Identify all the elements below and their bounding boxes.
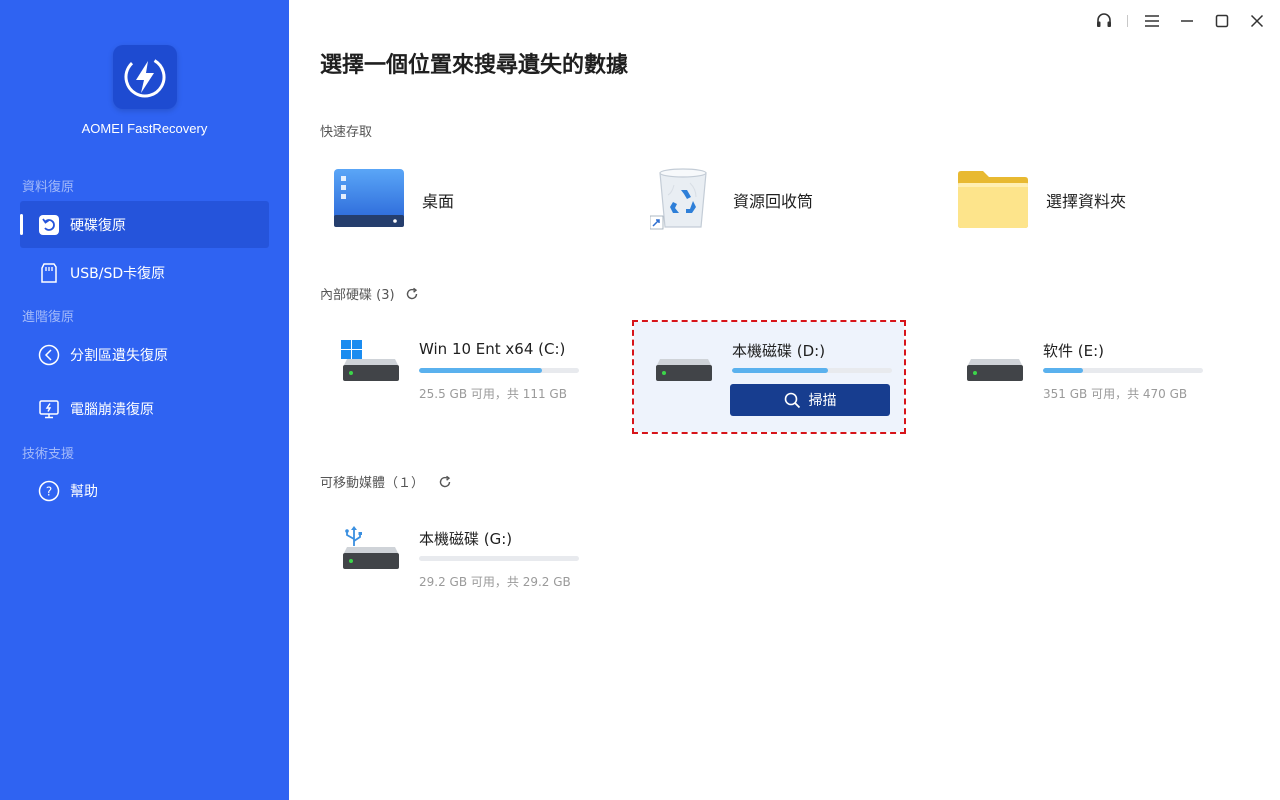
sidebar: AOMEI FastRecovery 資料復原 硬碟復原 USB/SD卡復原 進… xyxy=(0,0,289,800)
main-panel: 選擇一個位置來搜尋遺失的數據 快速存取 桌面 資源回收筒 選擇資料夾 內部硬碟 … xyxy=(289,0,1280,800)
quick-access-label: 快速存取 xyxy=(320,125,373,140)
sidebar-item-help[interactable]: ? 幫助 xyxy=(20,467,269,514)
drive-usage-fill xyxy=(732,368,828,373)
sidebar-item-label: 幫助 xyxy=(70,483,98,500)
section-label-data-recovery: 資料復原 xyxy=(22,180,75,195)
quick-item-recycle-bin[interactable]: 資源回收筒 xyxy=(649,165,814,235)
drive-name: Win 10 Ent x64 (C:) xyxy=(419,340,566,358)
usb-drive-icon xyxy=(341,526,401,576)
drive-name: 本機磁碟 (G:) xyxy=(419,530,513,548)
quick-item-choose-folder[interactable]: 選擇資料夾 xyxy=(957,165,1126,235)
removable-media-label-text: 可移動媒體（１） xyxy=(320,476,425,491)
monitor-crash-icon xyxy=(38,398,60,420)
removable-media-label: 可移動媒體（１） xyxy=(320,472,452,491)
menu-icon[interactable] xyxy=(1139,8,1165,34)
restore-icon xyxy=(38,214,60,236)
app-logo xyxy=(113,45,177,109)
drive-usage-fill xyxy=(1043,368,1083,373)
search-icon xyxy=(784,392,800,408)
internal-drives-label-text: 內部硬碟 (3) xyxy=(320,288,395,303)
drive-usage-bar xyxy=(419,556,579,561)
quick-item-label: 桌面 xyxy=(422,192,455,211)
drive-usage-bar xyxy=(1043,368,1203,373)
sidebar-item-label: 分割區遺失復原 xyxy=(70,347,168,364)
folder-icon xyxy=(957,166,1029,234)
drive-icon xyxy=(965,338,1025,388)
drive-usage-fill xyxy=(419,368,543,373)
quick-item-label: 選擇資料夾 xyxy=(1046,192,1127,211)
quick-item-desktop[interactable]: 桌面 xyxy=(333,165,454,235)
svg-text:?: ? xyxy=(46,484,52,498)
drive-name: 本機磁碟 (D:) xyxy=(732,342,826,360)
lightning-logo-icon xyxy=(124,56,166,98)
sidebar-item-crash-recovery[interactable]: 電腦崩潰復原 xyxy=(20,385,269,432)
drive-e[interactable]: 软件 (E:) 351 GB 可用，共 470 GB xyxy=(945,322,1215,432)
sidebar-item-usb-sd-recovery[interactable]: USB/SD卡復原 xyxy=(20,249,269,296)
scan-button[interactable]: 掃描 xyxy=(730,384,890,416)
section-label-advanced-recovery: 進階復原 xyxy=(22,310,75,325)
drive-size: 29.2 GB 可用，共 29.2 GB xyxy=(419,575,571,589)
partition-icon xyxy=(38,344,60,366)
drive-c[interactable]: Win 10 Ent x64 (C:) 25.5 GB 可用，共 111 GB xyxy=(321,322,591,432)
drive-d[interactable]: 本機磁碟 (D:) 掃描 xyxy=(632,320,906,434)
sidebar-item-partition-recovery[interactable]: 分割區遺失復原 xyxy=(20,331,269,378)
sidebar-item-label: 電腦崩潰復原 xyxy=(70,401,154,418)
minimize-icon[interactable] xyxy=(1174,8,1200,34)
toolbar-separator xyxy=(1127,15,1128,27)
drive-usage-bar xyxy=(419,368,579,373)
desktop-icon xyxy=(333,166,405,234)
help-icon: ? xyxy=(38,480,60,502)
sidebar-item-label: USB/SD卡復原 xyxy=(70,265,166,282)
page-title: 選擇一個位置來搜尋遺失的數據 xyxy=(320,53,629,78)
refresh-icon[interactable] xyxy=(405,287,419,301)
headset-support-icon[interactable] xyxy=(1091,8,1117,34)
app-name: AOMEI FastRecovery xyxy=(81,121,208,136)
drive-name: 软件 (E:) xyxy=(1043,342,1105,360)
refresh-icon[interactable] xyxy=(438,475,452,489)
sd-card-icon xyxy=(38,262,60,284)
sidebar-item-hdd-recovery[interactable]: 硬碟復原 xyxy=(20,201,269,248)
drive-icon xyxy=(654,338,714,388)
drive-size: 351 GB 可用，共 470 GB xyxy=(1043,387,1188,401)
drive-usage-bar xyxy=(732,368,892,373)
quick-item-label: 資源回收筒 xyxy=(733,192,814,211)
maximize-icon[interactable] xyxy=(1209,8,1235,34)
sidebar-item-label: 硬碟復原 xyxy=(70,217,126,234)
scan-button-label: 掃描 xyxy=(808,393,837,409)
close-icon[interactable] xyxy=(1244,8,1270,34)
drive-g[interactable]: 本機磁碟 (G:) 29.2 GB 可用，共 29.2 GB xyxy=(321,510,591,620)
internal-drives-label: 內部硬碟 (3) xyxy=(320,284,419,303)
windows-drive-icon xyxy=(341,338,401,388)
drive-size: 25.5 GB 可用，共 111 GB xyxy=(419,387,567,401)
section-label-tech-support: 技術支援 xyxy=(22,447,75,462)
window-controls xyxy=(1082,8,1270,34)
recycle-bin-icon xyxy=(649,165,716,235)
